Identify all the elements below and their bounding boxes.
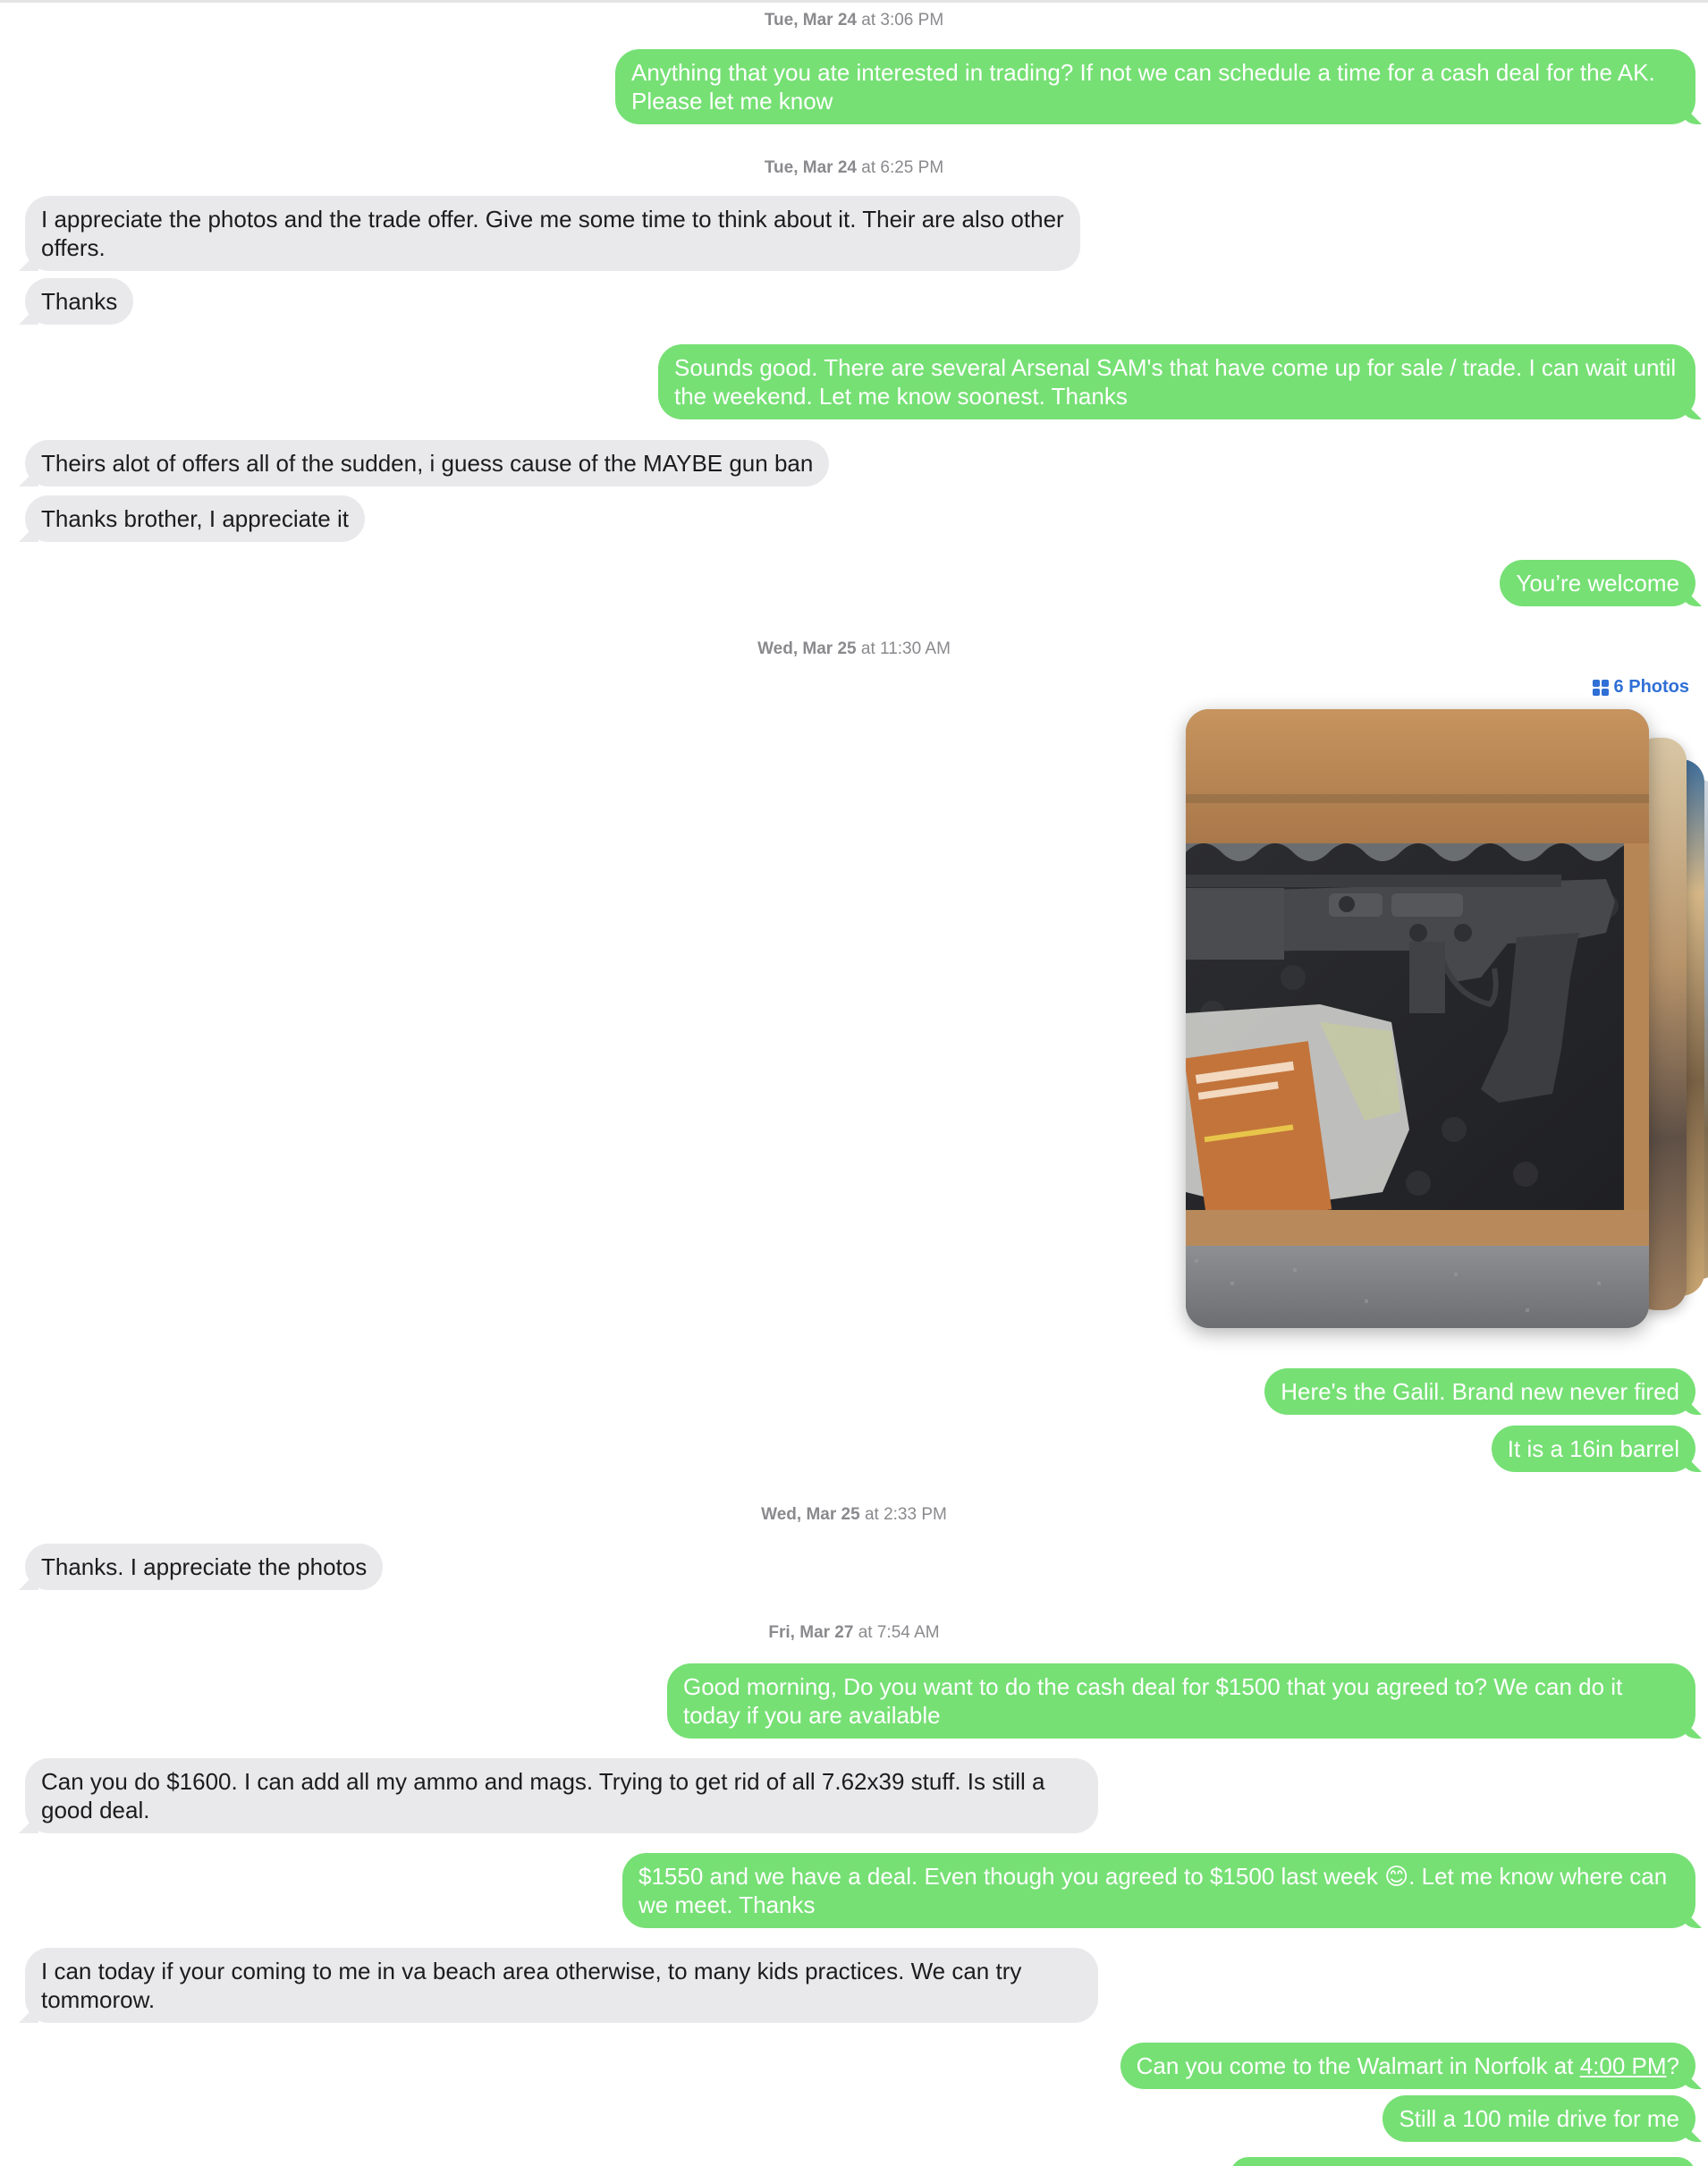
message-text: Thanks. I appreciate the photos (41, 1553, 368, 1580)
timestamp-day: Wed, Mar 25 (757, 639, 857, 658)
photo-stack[interactable] (1186, 709, 1708, 1328)
timestamp-day: Tue, Mar 24 (764, 11, 857, 30)
timestamp: Wed, Mar 25 at 11:30 AM (0, 639, 1708, 659)
outgoing-message[interactable]: You’re welcome (1500, 560, 1695, 606)
timestamp: Tue, Mar 24 at 6:25 PM (0, 158, 1708, 178)
message-text: Still a 100 mile drive for me (1399, 2105, 1679, 2132)
timestamp-time: at 11:30 AM (860, 639, 951, 658)
conversation-view: Tue, Mar 24 at 3:06 PM Anything that you… (0, 0, 1708, 2166)
incoming-message[interactable]: Thanks brother, I appreciate it (25, 495, 365, 542)
message-text: It is a 16in barrel (1507, 1435, 1679, 1462)
message-text: I can today if your coming to me in va b… (41, 1958, 1022, 2013)
timestamp: Tue, Mar 24 at 3:06 PM (0, 11, 1708, 30)
outgoing-message-partial[interactable] (1230, 2157, 1695, 2166)
outgoing-message[interactable]: It is a 16in barrel (1491, 1426, 1695, 1472)
top-divider (0, 0, 1708, 3)
message-text: Sounds good. There are several Arsenal S… (674, 354, 1677, 410)
outgoing-message[interactable]: $1550 and we have a deal. Even though yo… (622, 1853, 1695, 1928)
incoming-message[interactable]: Theirs alot of offers all of the sudden,… (25, 440, 830, 487)
grid-icon (1592, 679, 1609, 696)
outgoing-message[interactable]: Anything that you ate interested in trad… (615, 49, 1695, 124)
time-link[interactable]: 4:00 PM (1580, 2052, 1667, 2079)
timestamp-time: at 7:54 AM (858, 1623, 940, 1642)
message-text: Can you come to the Walmart in Norfolk a… (1136, 2052, 1580, 2079)
outgoing-message[interactable]: Can you come to the Walmart in Norfolk a… (1120, 2043, 1695, 2089)
message-text: Thanks brother, I appreciate it (41, 505, 349, 532)
message-text: Theirs alot of offers all of the sudden,… (41, 450, 814, 477)
timestamp-time: at 3:06 PM (861, 11, 944, 30)
timestamp-time: at 6:25 PM (861, 158, 944, 177)
message-text: Can you do $1600. I can add all my ammo … (41, 1768, 1045, 1823)
timestamp-time: at 2:33 PM (864, 1505, 947, 1524)
photos-link-label: 6 Photos (1613, 677, 1689, 697)
outgoing-message[interactable]: Here's the Galil. Brand new never fired (1264, 1368, 1695, 1415)
timestamp-day: Wed, Mar 25 (761, 1505, 860, 1524)
message-text-end: ? (1666, 2052, 1679, 2079)
message-text: Here's the Galil. Brand new never fired (1281, 1378, 1679, 1405)
timestamp: Wed, Mar 25 at 2:33 PM (0, 1505, 1708, 1525)
timestamp: Fri, Mar 27 at 7:54 AM (0, 1623, 1708, 1643)
photos-link[interactable]: 6 Photos (1592, 677, 1689, 698)
message-text: $1550 and we have a deal. Even though yo… (638, 1863, 1668, 1918)
message-text: You’re welcome (1516, 570, 1679, 596)
message-text: Thanks (41, 288, 118, 315)
incoming-message[interactable]: Can you do $1600. I can add all my ammo … (25, 1758, 1098, 1833)
outgoing-message[interactable]: Still a 100 mile drive for me (1382, 2095, 1695, 2142)
message-text: Anything that you ate interested in trad… (631, 59, 1655, 114)
rifle-photo-image (1186, 709, 1649, 1328)
incoming-message[interactable]: I can today if your coming to me in va b… (25, 1948, 1098, 2023)
outgoing-message[interactable]: Sounds good. There are several Arsenal S… (658, 344, 1695, 419)
rifle-photo[interactable] (1186, 709, 1649, 1328)
incoming-message[interactable]: I appreciate the photos and the trade of… (25, 196, 1080, 271)
timestamp-day: Tue, Mar 24 (764, 158, 857, 177)
message-text: Good morning, Do you want to do the cash… (683, 1673, 1623, 1729)
timestamp-day: Fri, Mar 27 (768, 1623, 854, 1642)
incoming-message[interactable]: Thanks (25, 278, 134, 325)
incoming-message[interactable]: Thanks. I appreciate the photos (25, 1544, 384, 1590)
outgoing-message[interactable]: Good morning, Do you want to do the cash… (667, 1663, 1695, 1739)
message-text: I appreciate the photos and the trade of… (41, 206, 1064, 261)
